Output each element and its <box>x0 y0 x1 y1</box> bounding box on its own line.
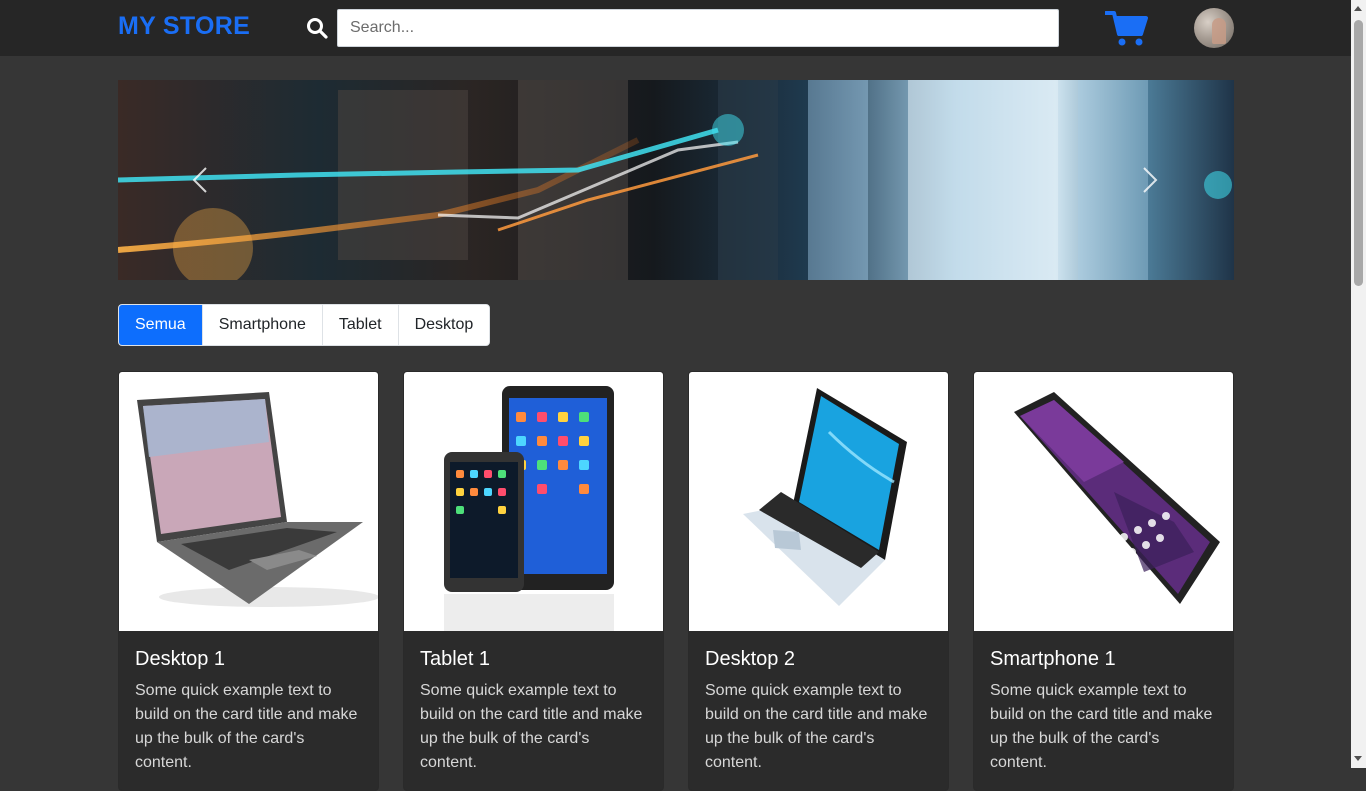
user-avatar[interactable] <box>1194 8 1234 48</box>
product-title[interactable]: Desktop 2 <box>705 647 932 671</box>
category-filter-tabs: Semua Smartphone Tablet Desktop <box>118 304 491 346</box>
product-card[interactable]: Desktop 2 Some quick example text to bui… <box>688 371 949 791</box>
smartphone-photo <box>974 372 1233 631</box>
product-card[interactable]: Smartphone 1 Some quick example text to … <box>973 371 1234 791</box>
laptop-photo <box>119 372 378 631</box>
product-card[interactable]: Desktop 1 Some quick example text to bui… <box>118 371 379 791</box>
product-card[interactable]: Tablet 1 Some quick example text to buil… <box>403 371 664 791</box>
scroll-thumb[interactable] <box>1354 20 1363 286</box>
product-title[interactable]: Tablet 1 <box>420 647 647 671</box>
scroll-up-arrow-icon[interactable] <box>1354 6 1362 11</box>
server-room-banner-image <box>118 80 1232 280</box>
search-input[interactable] <box>337 9 1059 47</box>
chevron-right-icon <box>1143 167 1158 193</box>
tablet-phone-photo <box>404 372 663 631</box>
tab-smartphone[interactable]: Smartphone <box>202 305 323 345</box>
chevron-left-icon <box>192 167 207 193</box>
carousel-next-button[interactable] <box>1128 160 1168 200</box>
product-description: Some quick example text to build on the … <box>135 682 358 771</box>
product-grid: Desktop 1 Some quick example text to bui… <box>118 371 1234 791</box>
product-description: Some quick example text to build on the … <box>705 682 928 771</box>
product-title[interactable]: Smartphone 1 <box>990 647 1217 671</box>
tab-desktop[interactable]: Desktop <box>398 305 490 345</box>
silver-laptop-photo <box>689 372 948 631</box>
store-brand[interactable]: MY STORE <box>118 12 250 41</box>
top-navbar: MY STORE <box>0 0 1351 56</box>
scroll-down-arrow-icon[interactable] <box>1354 756 1362 761</box>
hero-carousel <box>118 80 1234 280</box>
product-title[interactable]: Desktop 1 <box>135 647 362 671</box>
tab-tablet[interactable]: Tablet <box>322 305 399 345</box>
cart-icon[interactable] <box>1104 9 1149 47</box>
search-icon[interactable] <box>305 16 329 40</box>
tab-semua[interactable]: Semua <box>119 305 203 345</box>
page-scrollbar[interactable] <box>1351 0 1366 768</box>
product-description: Some quick example text to build on the … <box>990 682 1213 771</box>
carousel-prev-button[interactable] <box>182 160 222 200</box>
product-description: Some quick example text to build on the … <box>420 682 643 771</box>
